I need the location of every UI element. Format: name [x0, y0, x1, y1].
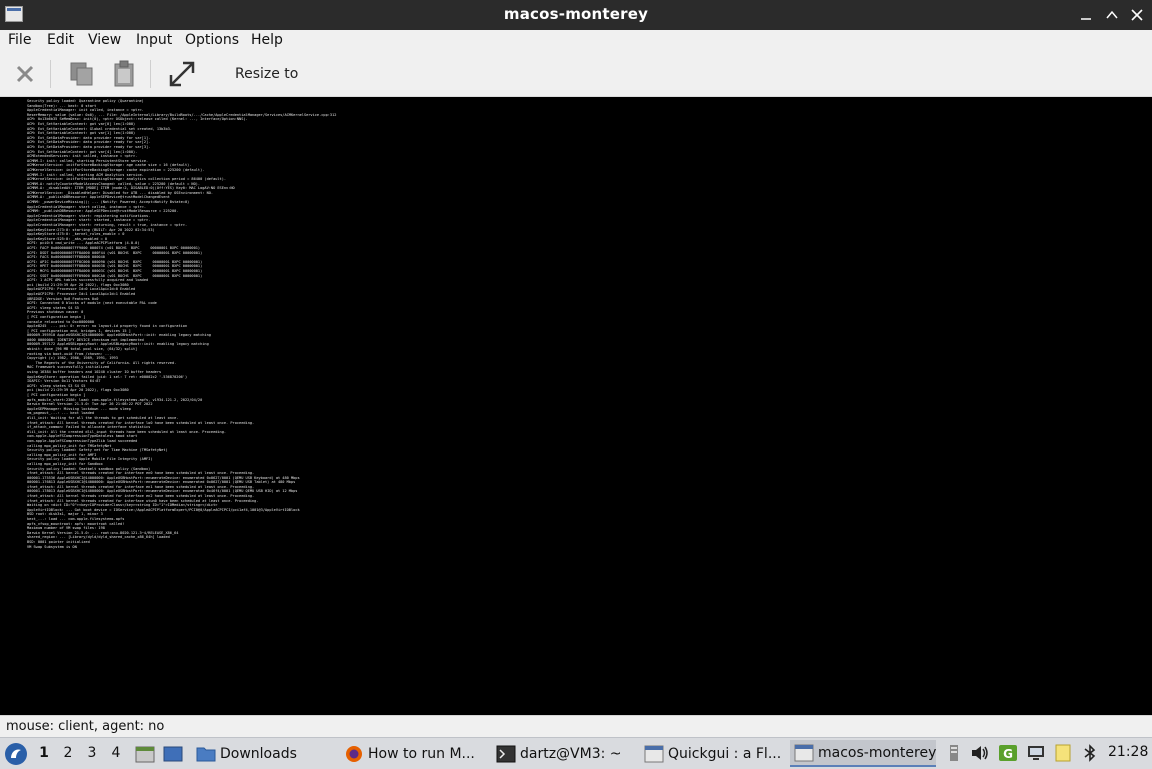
toolbar-separator — [50, 60, 51, 88]
window-icon — [644, 745, 664, 762]
bluetooth-icon[interactable] — [1080, 744, 1100, 762]
file-manager-icon — [135, 746, 155, 762]
clock[interactable]: 21:28 — [1108, 744, 1148, 760]
task-macos-monterey[interactable]: macos-monterey — [790, 740, 936, 767]
terminal-icon — [496, 745, 516, 762]
task-firefox[interactable]: How to run M... — [340, 740, 485, 767]
resize-to-button[interactable]: Resize to — [235, 66, 298, 82]
fullscreen-button[interactable] — [166, 58, 198, 90]
toolbar-separator — [150, 60, 151, 88]
menu-view[interactable]: View — [88, 32, 121, 48]
task-downloads[interactable]: Downloads — [192, 740, 332, 767]
status-bar: mouse: client, agent: no — [0, 715, 1152, 738]
copy-button[interactable] — [66, 58, 98, 90]
menu-file[interactable]: File — [8, 32, 31, 48]
paste-icon — [114, 60, 134, 87]
menu-bar: File Edit View Input Options Help — [0, 30, 1152, 52]
folder-icon — [196, 747, 216, 761]
launcher-file-manager[interactable] — [134, 738, 156, 769]
copy-icon — [70, 62, 93, 86]
task-label: macos-monterey — [818, 744, 936, 761]
paste-button[interactable] — [108, 58, 140, 90]
close-window-button[interactable] — [1127, 5, 1147, 25]
start-menu-button[interactable] — [4, 738, 28, 769]
task-label: How to run M... — [368, 745, 475, 762]
window-icon — [794, 744, 814, 761]
system-monitor-icon[interactable]: G — [998, 744, 1018, 762]
workspace-4[interactable]: 4 — [108, 745, 124, 761]
menu-options[interactable]: Options — [185, 32, 239, 48]
maximize-icon — [1106, 10, 1118, 19]
workspace-3[interactable]: 3 — [84, 745, 100, 761]
svg-text:G: G — [1003, 747, 1013, 761]
taskbar: 1 2 3 4 Downloads How to run M... dartz@… — [0, 737, 1152, 769]
tray-scroll-icon[interactable] — [944, 744, 964, 762]
launcher-show-desktop[interactable] — [162, 738, 184, 769]
window-titlebar[interactable]: macos-monterey — [0, 0, 1152, 30]
vm-console-display[interactable]: Security policy loaded: Quarantine polic… — [0, 97, 1152, 715]
workspace-2[interactable]: 2 — [60, 745, 76, 761]
notes-icon[interactable] — [1053, 744, 1073, 762]
menu-edit[interactable]: Edit — [47, 32, 74, 48]
task-terminal[interactable]: dartz@VM3: ~ — [492, 740, 632, 767]
start-menu-icon — [5, 742, 27, 765]
task-label: Downloads — [220, 745, 297, 762]
task-label: Quickgui : a Fl... — [668, 745, 782, 762]
network-icon[interactable] — [1026, 744, 1046, 762]
volume-icon[interactable] — [970, 744, 990, 762]
menu-input[interactable]: Input — [136, 32, 172, 48]
minimize-icon — [1081, 18, 1091, 20]
send-ctrl-alt-del-button[interactable] — [9, 58, 41, 90]
window-title: macos-monterey — [503, 5, 649, 23]
firefox-icon — [346, 745, 362, 762]
boot-log-text: Security policy loaded: Quarantine polic… — [27, 99, 336, 549]
workspace-1[interactable]: 1 — [36, 745, 52, 761]
mouse-status-text: mouse: client, agent: no — [6, 719, 165, 734]
fullscreen-icon — [169, 61, 195, 87]
task-quickgui[interactable]: Quickgui : a Fl... — [640, 740, 785, 767]
close-icon — [1131, 9, 1143, 21]
task-label: dartz@VM3: ~ — [520, 745, 622, 762]
maximize-button[interactable] — [1102, 5, 1122, 25]
toolbar: Resize to — [0, 52, 1152, 97]
menu-help[interactable]: Help — [251, 32, 283, 48]
desktop-icon — [163, 746, 183, 761]
console-line: VM Swap Subsystem is ON — [27, 544, 77, 549]
minimize-button[interactable] — [1076, 5, 1096, 25]
close-icon — [16, 65, 34, 83]
